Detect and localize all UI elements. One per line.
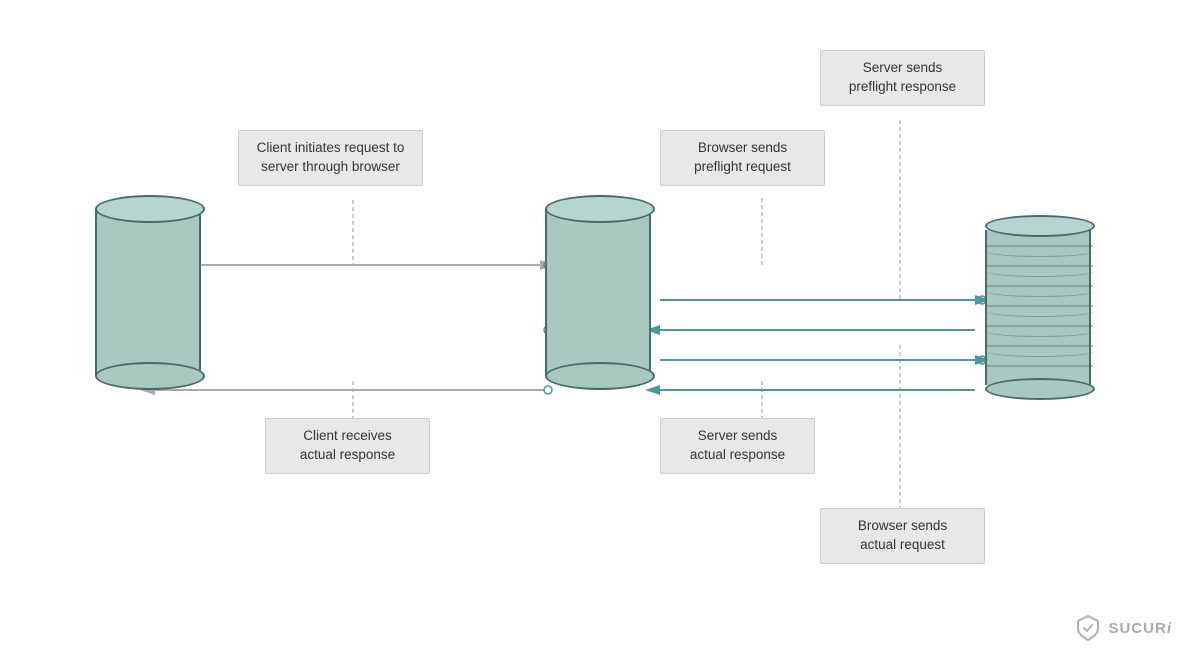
client-cylinder (95, 195, 205, 402)
sucuri-logo: SUCURi (1074, 614, 1172, 642)
label-browser-preflight-request: Browser sendspreflight request (660, 130, 825, 186)
label-server-preflight-response: Server sendspreflight response (820, 50, 985, 106)
sucuri-text: SUCURi (1108, 620, 1172, 637)
label-browser-actual-request: Browser sendsactual request (820, 508, 985, 564)
sucuri-icon (1074, 614, 1102, 642)
label-client-initiates: Client initiates request toserver throug… (238, 130, 423, 186)
browser-cylinder (545, 195, 655, 402)
server-cylinder (985, 215, 1095, 412)
label-client-receives: Client receivesactual response (265, 418, 430, 474)
diagram-container: Client initiates request toserver throug… (0, 0, 1200, 660)
label-server-actual-response: Server sendsactual response (660, 418, 815, 474)
